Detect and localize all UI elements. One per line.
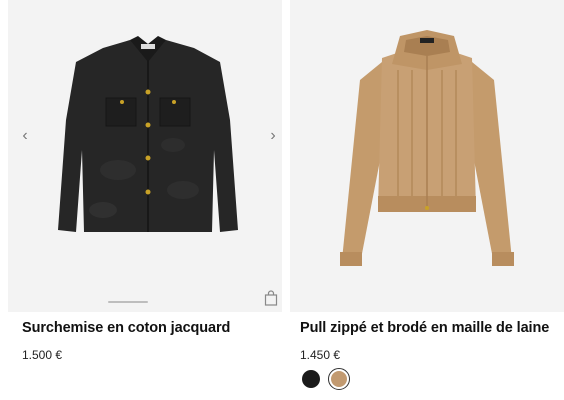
product-price: 1.500 € <box>22 348 63 362</box>
product-image-sweater[interactable] <box>290 0 564 312</box>
carousel-next-icon[interactable]: › <box>266 128 280 144</box>
product-price: 1.450 € <box>300 348 341 362</box>
product-title[interactable]: Surchemise en coton jacquard <box>22 320 230 336</box>
color-swatch-camel[interactable] <box>328 368 350 390</box>
image-carousel-indicator <box>108 301 148 303</box>
carousel-prev-icon[interactable]: ‹ <box>18 128 32 144</box>
overshirt-illustration <box>58 36 238 232</box>
sweater-illustration <box>340 30 514 266</box>
product-image-overshirt[interactable] <box>8 0 282 312</box>
color-swatch-black[interactable] <box>302 370 320 388</box>
shopping-bag-icon[interactable] <box>264 290 278 306</box>
product-title[interactable]: Pull zippé et brodé en maille de laine <box>300 320 549 336</box>
